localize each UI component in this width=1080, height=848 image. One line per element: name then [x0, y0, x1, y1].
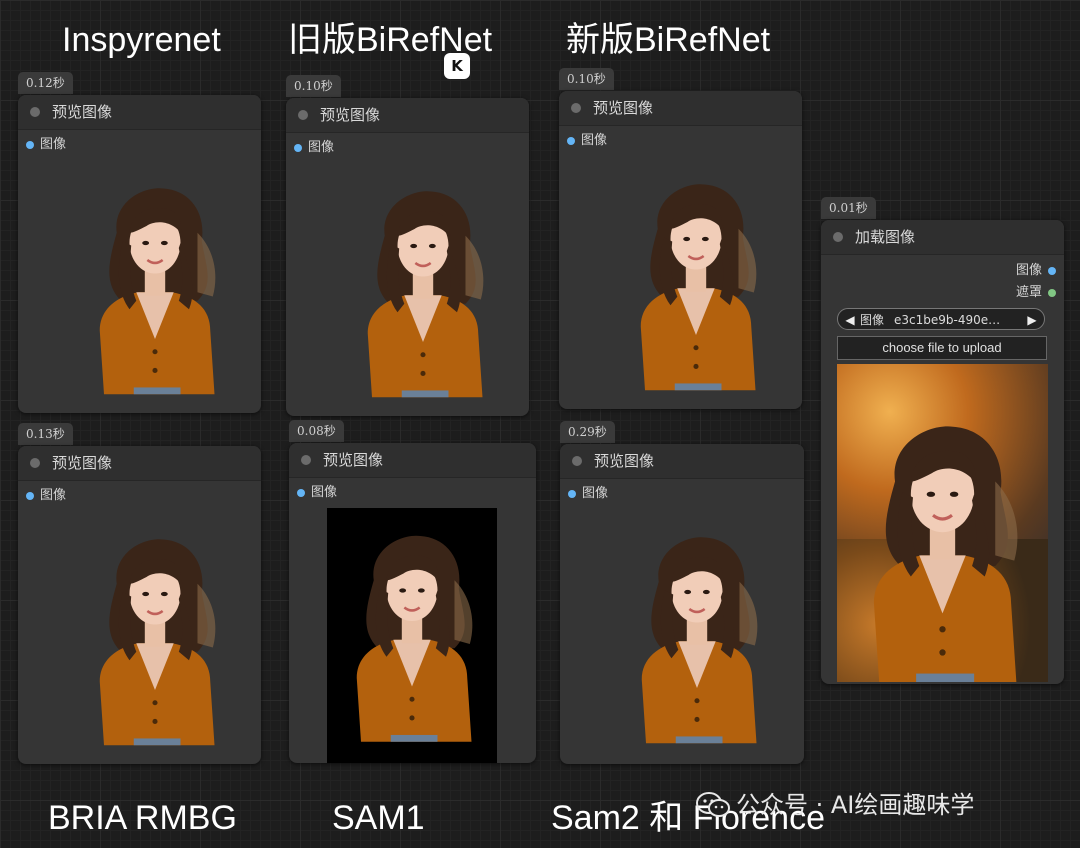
input-port-image[interactable]: 图像	[559, 130, 802, 152]
time-badge: 0.10秒	[559, 68, 614, 90]
wechat-icon	[696, 792, 730, 817]
person-cutout-image	[612, 512, 782, 762]
collapse-dot-icon[interactable]	[30, 107, 40, 117]
node-title[interactable]: 预览图像	[18, 446, 261, 481]
preview-node-inspyrenet[interactable]: 预览图像 图像	[18, 95, 261, 413]
node-title-label: 预览图像	[323, 451, 384, 469]
port-dot-icon[interactable]	[26, 141, 34, 149]
node-title[interactable]: 预览图像	[559, 91, 802, 126]
node-title[interactable]: 预览图像	[289, 443, 536, 478]
person-photo	[837, 364, 1048, 682]
output-port-mask[interactable]: 遮罩	[821, 282, 1064, 304]
watermark: 公众号 · AI绘画趣味学	[696, 786, 974, 822]
preview-node-bria-rmbg[interactable]: 预览图像 图像	[18, 446, 261, 764]
node-title[interactable]: 预览图像	[18, 95, 261, 130]
collapse-dot-icon[interactable]	[572, 456, 582, 466]
caption-sam1: SAM1	[332, 799, 425, 837]
port-label: 图像	[40, 488, 67, 503]
preview-node-sam1[interactable]: 预览图像 图像	[289, 443, 536, 763]
preview-image	[70, 514, 240, 764]
node-title-label: 预览图像	[594, 452, 655, 470]
k-app-icon: K	[444, 53, 470, 79]
input-port-image[interactable]: 图像	[286, 137, 529, 159]
preview-image	[612, 512, 782, 762]
port-label: 图像	[311, 485, 338, 500]
port-dot-icon[interactable]	[294, 144, 302, 152]
port-dot-icon[interactable]	[1048, 267, 1056, 275]
choose-file-button[interactable]: choose file to upload	[837, 336, 1047, 360]
time-badge: 0.13秒	[18, 423, 73, 445]
load-image-node[interactable]: 加载图像 图像 遮罩 ◀ 图像 e3c1be9b-490e… ▶ choose …	[821, 220, 1064, 684]
collapse-dot-icon[interactable]	[571, 103, 581, 113]
arrow-right-icon[interactable]: ▶	[1024, 309, 1040, 331]
time-badge: 0.29秒	[560, 421, 615, 443]
port-label: 遮罩	[1015, 285, 1042, 300]
collapse-dot-icon[interactable]	[301, 455, 311, 465]
node-title-label: 预览图像	[320, 106, 381, 124]
time-badge: 0.12秒	[18, 72, 73, 94]
node-title[interactable]: 预览图像	[560, 444, 804, 479]
port-label: 图像	[308, 140, 335, 155]
time-badge: 0.01秒	[821, 197, 876, 219]
person-cutout-image	[70, 163, 240, 413]
watermark-text: 公众号 · AI绘画趣味学	[736, 791, 975, 819]
node-title[interactable]: 加载图像	[821, 220, 1064, 255]
port-dot-icon[interactable]	[26, 492, 34, 500]
arrow-left-icon[interactable]: ◀	[842, 309, 858, 331]
combo-label: 图像	[860, 313, 885, 327]
node-title-label: 预览图像	[593, 99, 654, 117]
port-label: 图像	[581, 133, 608, 148]
preview-image	[338, 166, 508, 416]
port-dot-icon[interactable]	[567, 137, 575, 145]
node-title-label: 预览图像	[52, 103, 113, 121]
node-title-label: 加载图像	[855, 228, 916, 246]
person-cutout-image	[70, 514, 240, 764]
input-port-image[interactable]: 图像	[289, 482, 536, 504]
preview-node-new-birefnet[interactable]: 预览图像 图像	[559, 91, 802, 409]
input-port-image[interactable]: 图像	[560, 483, 804, 505]
node-title-label: 预览图像	[52, 454, 113, 472]
preview-node-old-birefnet[interactable]: 预览图像 图像	[286, 98, 529, 416]
port-dot-icon[interactable]	[1048, 289, 1056, 297]
source-image	[837, 364, 1048, 682]
node-title[interactable]: 预览图像	[286, 98, 529, 133]
port-dot-icon[interactable]	[297, 489, 305, 497]
time-badge: 0.10秒	[286, 75, 341, 97]
port-dot-icon[interactable]	[568, 490, 576, 498]
heading-inspyrenet: Inspyrenet	[62, 21, 221, 59]
time-badge: 0.08秒	[289, 420, 344, 442]
preview-node-sam2-florence[interactable]: 预览图像 图像	[560, 444, 804, 764]
output-port-image[interactable]: 图像	[821, 260, 1064, 282]
port-label: 图像	[40, 137, 67, 152]
caption-bria-rmbg: BRIA RMBG	[48, 799, 237, 837]
image-file-combo[interactable]: ◀ 图像 e3c1be9b-490e… ▶	[837, 308, 1045, 330]
preview-image	[611, 159, 781, 409]
collapse-dot-icon[interactable]	[833, 232, 843, 242]
port-label: 图像	[582, 486, 609, 501]
person-mask-image	[327, 508, 497, 763]
person-cutout-image	[338, 166, 508, 416]
preview-image	[327, 508, 497, 763]
preview-image	[70, 163, 240, 413]
input-port-image[interactable]: 图像	[18, 134, 261, 156]
port-label: 图像	[1015, 263, 1042, 278]
collapse-dot-icon[interactable]	[298, 110, 308, 120]
heading-new-birefnet: 新版BiRefNet	[566, 21, 771, 59]
combo-value: e3c1be9b-490e…	[894, 313, 1001, 327]
person-cutout-image	[611, 159, 781, 409]
collapse-dot-icon[interactable]	[30, 458, 40, 468]
input-port-image[interactable]: 图像	[18, 485, 261, 507]
